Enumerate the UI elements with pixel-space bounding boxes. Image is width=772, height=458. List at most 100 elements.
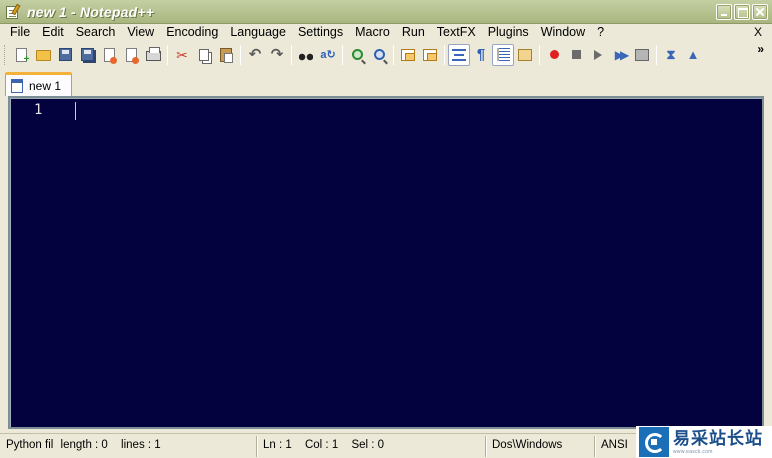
new-file-icon [15, 47, 30, 65]
status-file-info: Python fil length : 0 lines : 1 [0, 436, 257, 457]
zoom-out-button[interactable] [368, 44, 390, 66]
close-document-button[interactable]: X [754, 24, 762, 41]
menu-edit[interactable]: Edit [36, 24, 70, 42]
toolbar-grip[interactable] [4, 44, 7, 65]
save-button[interactable] [54, 44, 76, 66]
tab-new-1[interactable]: new 1 [5, 72, 72, 96]
toolbar-overflow-chevron-icon[interactable]: » [757, 42, 764, 56]
show-all-chars-button[interactable]: ¶ [470, 44, 492, 66]
stop-macro-button[interactable] [565, 44, 587, 66]
menu-language[interactable]: Language [224, 24, 292, 42]
unfold-button[interactable]: ▲ [682, 44, 704, 66]
sync-vertical-button[interactable] [397, 44, 419, 66]
fold-all-button[interactable]: ⧗ [660, 44, 682, 66]
replace-icon: a↻ [320, 48, 336, 61]
play-macro-icon [594, 49, 602, 60]
status-encoding-label: ANSI [601, 439, 628, 451]
indent-guide-button[interactable] [492, 43, 514, 66]
word-wrap-button[interactable] [448, 43, 470, 66]
text-editor[interactable]: 1 [8, 96, 764, 429]
toolbar-separator [291, 44, 292, 65]
menu-settings[interactable]: Settings [292, 24, 349, 42]
menu-macro[interactable]: Macro [349, 24, 396, 42]
status-lines: lines : 1 [121, 439, 161, 451]
close-all-icon [125, 47, 139, 64]
saved-document-icon [11, 78, 23, 93]
minimize-button[interactable] [716, 4, 732, 20]
menu-encoding[interactable]: Encoding [160, 24, 224, 42]
zoom-in-icon [351, 49, 363, 60]
toolbar-separator [539, 44, 540, 65]
close-all-button[interactable] [120, 44, 142, 66]
close-file-button[interactable] [98, 44, 120, 66]
menu-textfx[interactable]: TextFX [431, 24, 482, 42]
find-button[interactable] [295, 44, 317, 66]
tab-label: new 1 [29, 78, 62, 93]
maximize-button[interactable] [734, 4, 750, 20]
zoom-in-button[interactable] [346, 44, 368, 66]
replace-button[interactable]: a↻ [317, 44, 339, 66]
menu-window[interactable]: Window [535, 24, 591, 42]
status-file-type: Python fil [6, 439, 54, 451]
save-macro-button[interactable] [631, 44, 653, 66]
word-wrap-icon [452, 48, 466, 61]
run-macro-multiple-icon: ▶▶ [614, 47, 630, 62]
status-eol[interactable]: Dos\Windows [486, 436, 595, 457]
menu-search[interactable]: Search [70, 24, 122, 42]
text-caret [75, 102, 76, 120]
indent-guide-icon [496, 48, 510, 61]
menu-help[interactable]: ? [591, 24, 610, 42]
status-ln: Ln : 1 [263, 439, 292, 451]
sync-horizontal-button[interactable] [419, 44, 441, 66]
cut-icon: ✂ [176, 46, 188, 63]
line-number: 1 [34, 102, 43, 118]
sync-vertical-icon [401, 48, 415, 61]
status-col: Col : 1 [304, 439, 339, 451]
watermark-text: 易采站长站 [673, 429, 763, 449]
watermark-logo-icon [639, 427, 669, 457]
run-macro-multiple-button[interactable]: ▶▶ [609, 44, 631, 66]
paste-icon [220, 47, 233, 63]
menu-bar: File Edit Search View Encoding Language … [0, 24, 772, 42]
unfold-icon: ▲ [686, 47, 700, 62]
save-icon [58, 48, 72, 61]
copy-icon [199, 48, 209, 61]
sync-horizontal-icon [423, 48, 437, 61]
status-length: length : 0 [60, 439, 108, 451]
cut-button[interactable]: ✂ [171, 44, 193, 66]
user-language-button[interactable] [514, 44, 536, 66]
redo-button[interactable]: ↷ [266, 44, 288, 66]
status-sel: Sel : 0 [351, 439, 385, 451]
menu-file[interactable]: File [0, 24, 36, 42]
toolbar-separator [444, 44, 445, 65]
notepad-plus-plus-app-icon[interactable] [5, 3, 21, 20]
close-icon [103, 47, 117, 64]
toolbar-separator [393, 44, 394, 65]
close-window-button[interactable] [752, 4, 768, 20]
print-button[interactable] [142, 44, 164, 66]
menu-run[interactable]: Run [396, 24, 431, 42]
stop-macro-icon [571, 50, 581, 59]
menu-plugins[interactable]: Plugins [482, 24, 535, 42]
menu-view[interactable]: View [121, 24, 160, 42]
toolbar-separator [167, 44, 168, 65]
undo-button[interactable]: ↶ [244, 44, 266, 66]
redo-icon: ↷ [270, 45, 284, 63]
paste-button[interactable] [215, 44, 237, 66]
status-cursor-info: Ln : 1 Col : 1 Sel : 0 [257, 436, 486, 457]
record-macro-button[interactable] [543, 44, 565, 66]
title-bar[interactable]: new 1 - Notepad++ [0, 0, 772, 24]
status-eol-label: Dos\Windows [492, 439, 563, 451]
save-macro-icon [635, 48, 649, 61]
tab-bar: new 1 [0, 67, 772, 96]
fold-all-icon: ⧗ [666, 47, 676, 62]
copy-button[interactable] [193, 44, 215, 66]
undo-icon: ↶ [248, 45, 262, 63]
open-file-button[interactable] [32, 44, 54, 66]
toolbar-separator [240, 44, 241, 65]
play-macro-button[interactable] [587, 44, 609, 66]
new-file-button[interactable] [10, 44, 32, 66]
show-all-chars-icon: ¶ [476, 45, 486, 63]
window-title: new 1 - Notepad++ [27, 3, 155, 20]
save-all-button[interactable] [76, 44, 98, 66]
